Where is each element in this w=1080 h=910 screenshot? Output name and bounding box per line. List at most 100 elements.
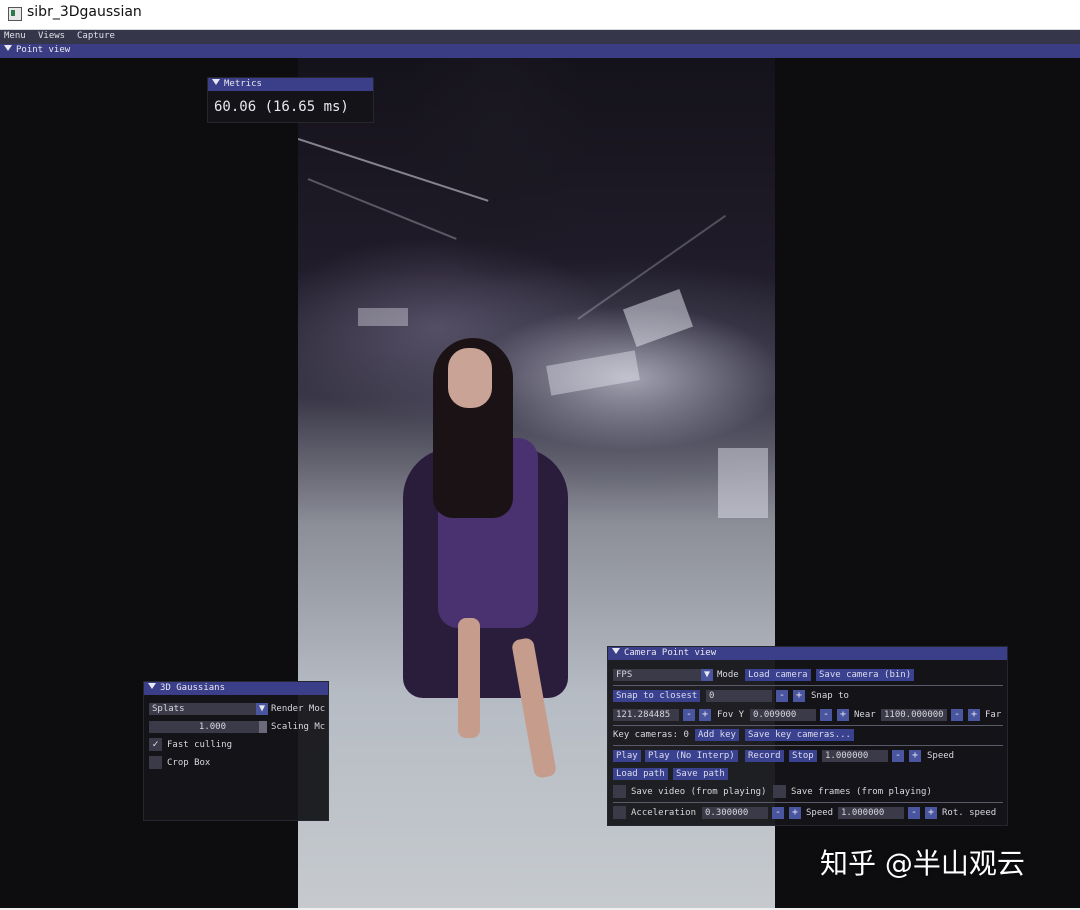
separator	[613, 685, 1003, 686]
add-key-button[interactable]: Add key	[695, 729, 739, 741]
rot-speed-label: Rot. speed	[942, 808, 997, 818]
fov-field[interactable]: 121.284485	[613, 709, 679, 721]
snap-to-closest-button[interactable]: Snap to closest	[613, 690, 701, 702]
far-value: 1100.000000	[884, 710, 944, 720]
camera-panel[interactable]: Camera Point view FPS ▼ Mode Load camera…	[607, 646, 1008, 826]
far-increment-button[interactable]: +	[968, 709, 980, 721]
acceleration-checkbox[interactable]	[613, 806, 626, 819]
chevron-down-icon[interactable]: ▼	[701, 669, 713, 681]
render-mode-value: Splats	[152, 704, 185, 714]
near-field[interactable]: 0.009000	[750, 709, 816, 721]
app-window-icon	[8, 7, 22, 21]
key-cameras-count: Key cameras: 0	[613, 730, 689, 740]
gaussians-panel-header[interactable]: 3D Gaussians	[144, 682, 328, 695]
window-title: sibr_3Dgaussian	[27, 4, 142, 20]
menu-item-views[interactable]: Views	[38, 31, 65, 41]
move-speed-increment-button[interactable]: +	[925, 807, 937, 819]
record-button[interactable]: Record	[745, 750, 784, 762]
snap-decrement-button[interactable]: -	[776, 690, 788, 702]
snap-index-field[interactable]: 0	[706, 690, 772, 702]
fov-increment-button[interactable]: +	[699, 709, 711, 721]
collapse-arrow-icon[interactable]	[148, 683, 156, 689]
far-decrement-button[interactable]: -	[951, 709, 963, 721]
slider-grab-handle[interactable]	[259, 721, 267, 733]
menu-item-menu[interactable]: Menu	[4, 31, 26, 41]
stop-button[interactable]: Stop	[789, 750, 817, 762]
watermark: 知乎 @半山观云	[820, 847, 1025, 880]
scaling-modifier-slider[interactable]: 1.000	[149, 721, 259, 733]
camera-mode-value: FPS	[616, 670, 633, 680]
fast-culling-checkbox[interactable]: ✓	[149, 738, 162, 751]
play-button[interactable]: Play	[613, 750, 641, 762]
camera-title: Camera Point view	[624, 648, 717, 658]
play-no-interp-button[interactable]: Play (No Interp)	[645, 750, 738, 762]
figure-face	[448, 348, 492, 408]
gaussians-panel[interactable]: 3D Gaussians Splats ▼ Render Moc 1.000 S…	[143, 681, 329, 821]
separator	[613, 802, 1003, 803]
save-camera-bin-button[interactable]: Save camera (bin)	[816, 669, 915, 681]
menu-item-capture[interactable]: Capture	[77, 31, 115, 41]
move-speed-value: 1.000000	[841, 808, 885, 818]
separator	[613, 725, 1003, 726]
move-speed-label: Speed	[806, 808, 834, 818]
load-camera-button[interactable]: Load camera	[745, 669, 811, 681]
fps-readout: 60.06 (16.65 ms)	[214, 99, 349, 115]
acceleration-value: 0.300000	[705, 808, 749, 818]
near-decrement-button[interactable]: -	[820, 709, 832, 721]
speed-increment-button[interactable]: +	[909, 750, 921, 762]
window-titlebar: sibr_3Dgaussian	[0, 0, 1080, 30]
render-mode-select[interactable]: Splats	[149, 703, 259, 715]
near-value: 0.009000	[753, 710, 797, 720]
snap-to-label: Snap to	[811, 691, 849, 701]
scaling-value: 1.000	[198, 722, 226, 732]
metrics-title: Metrics	[224, 79, 262, 89]
save-frames-checkbox[interactable]	[773, 785, 786, 798]
render-mode-label: Render Moc	[271, 704, 326, 714]
speed-label: Speed	[927, 751, 955, 761]
metrics-panel[interactable]: Metrics 60.06 (16.65 ms)	[207, 77, 374, 123]
crop-box-label: Crop Box	[167, 758, 211, 768]
point-view-header[interactable]: Point view	[0, 44, 1080, 58]
metrics-panel-header[interactable]: Metrics	[208, 78, 373, 91]
near-increment-button[interactable]: +	[837, 709, 849, 721]
save-key-cameras-button[interactable]: Save key cameras...	[745, 729, 854, 741]
collapse-arrow-icon[interactable]	[612, 648, 620, 654]
fov-decrement-button[interactable]: -	[683, 709, 695, 721]
far-label: Far	[985, 710, 1002, 720]
camera-mode-select[interactable]: FPS	[613, 669, 708, 681]
point-view-label: Point view	[16, 45, 71, 55]
move-speed-decrement-button[interactable]: -	[908, 807, 920, 819]
playback-speed-field[interactable]: 1.000000	[822, 750, 888, 762]
snap-increment-button[interactable]: +	[793, 690, 805, 702]
save-video-label: Save video (from playing)	[631, 787, 767, 797]
save-frames-label: Save frames (from playing)	[791, 787, 932, 797]
fov-value: 121.284485	[616, 710, 671, 720]
gaussians-title: 3D Gaussians	[160, 683, 226, 693]
snap-value: 0	[709, 691, 715, 701]
acceleration-label: Acceleration	[631, 808, 697, 818]
collapse-arrow-icon[interactable]	[4, 45, 12, 51]
acceleration-increment-button[interactable]: +	[789, 807, 801, 819]
collapse-arrow-icon[interactable]	[212, 79, 220, 85]
far-field[interactable]: 1100.000000	[881, 709, 947, 721]
fast-culling-label: Fast culling	[167, 740, 233, 750]
acceleration-field[interactable]: 0.300000	[702, 807, 768, 819]
checkmark-icon: ✓	[152, 739, 159, 750]
near-label: Near	[854, 710, 876, 720]
fov-label: Fov Y	[717, 710, 745, 720]
menu-bar: Menu Views Capture	[0, 30, 1080, 44]
acceleration-decrement-button[interactable]: -	[772, 807, 784, 819]
figure-leg	[458, 618, 480, 738]
playback-speed-value: 1.000000	[825, 751, 869, 761]
separator	[613, 745, 1003, 746]
scaling-label: Scaling Mc	[271, 722, 326, 732]
speed-decrement-button[interactable]: -	[892, 750, 904, 762]
crop-box-checkbox[interactable]	[149, 756, 162, 769]
move-speed-field[interactable]: 1.000000	[838, 807, 904, 819]
save-video-checkbox[interactable]	[613, 785, 626, 798]
chevron-down-icon[interactable]: ▼	[256, 703, 268, 715]
save-path-button[interactable]: Save path	[673, 768, 728, 780]
load-path-button[interactable]: Load path	[613, 768, 668, 780]
mode-label: Mode	[717, 670, 739, 680]
camera-panel-header[interactable]: Camera Point view	[608, 647, 1007, 660]
